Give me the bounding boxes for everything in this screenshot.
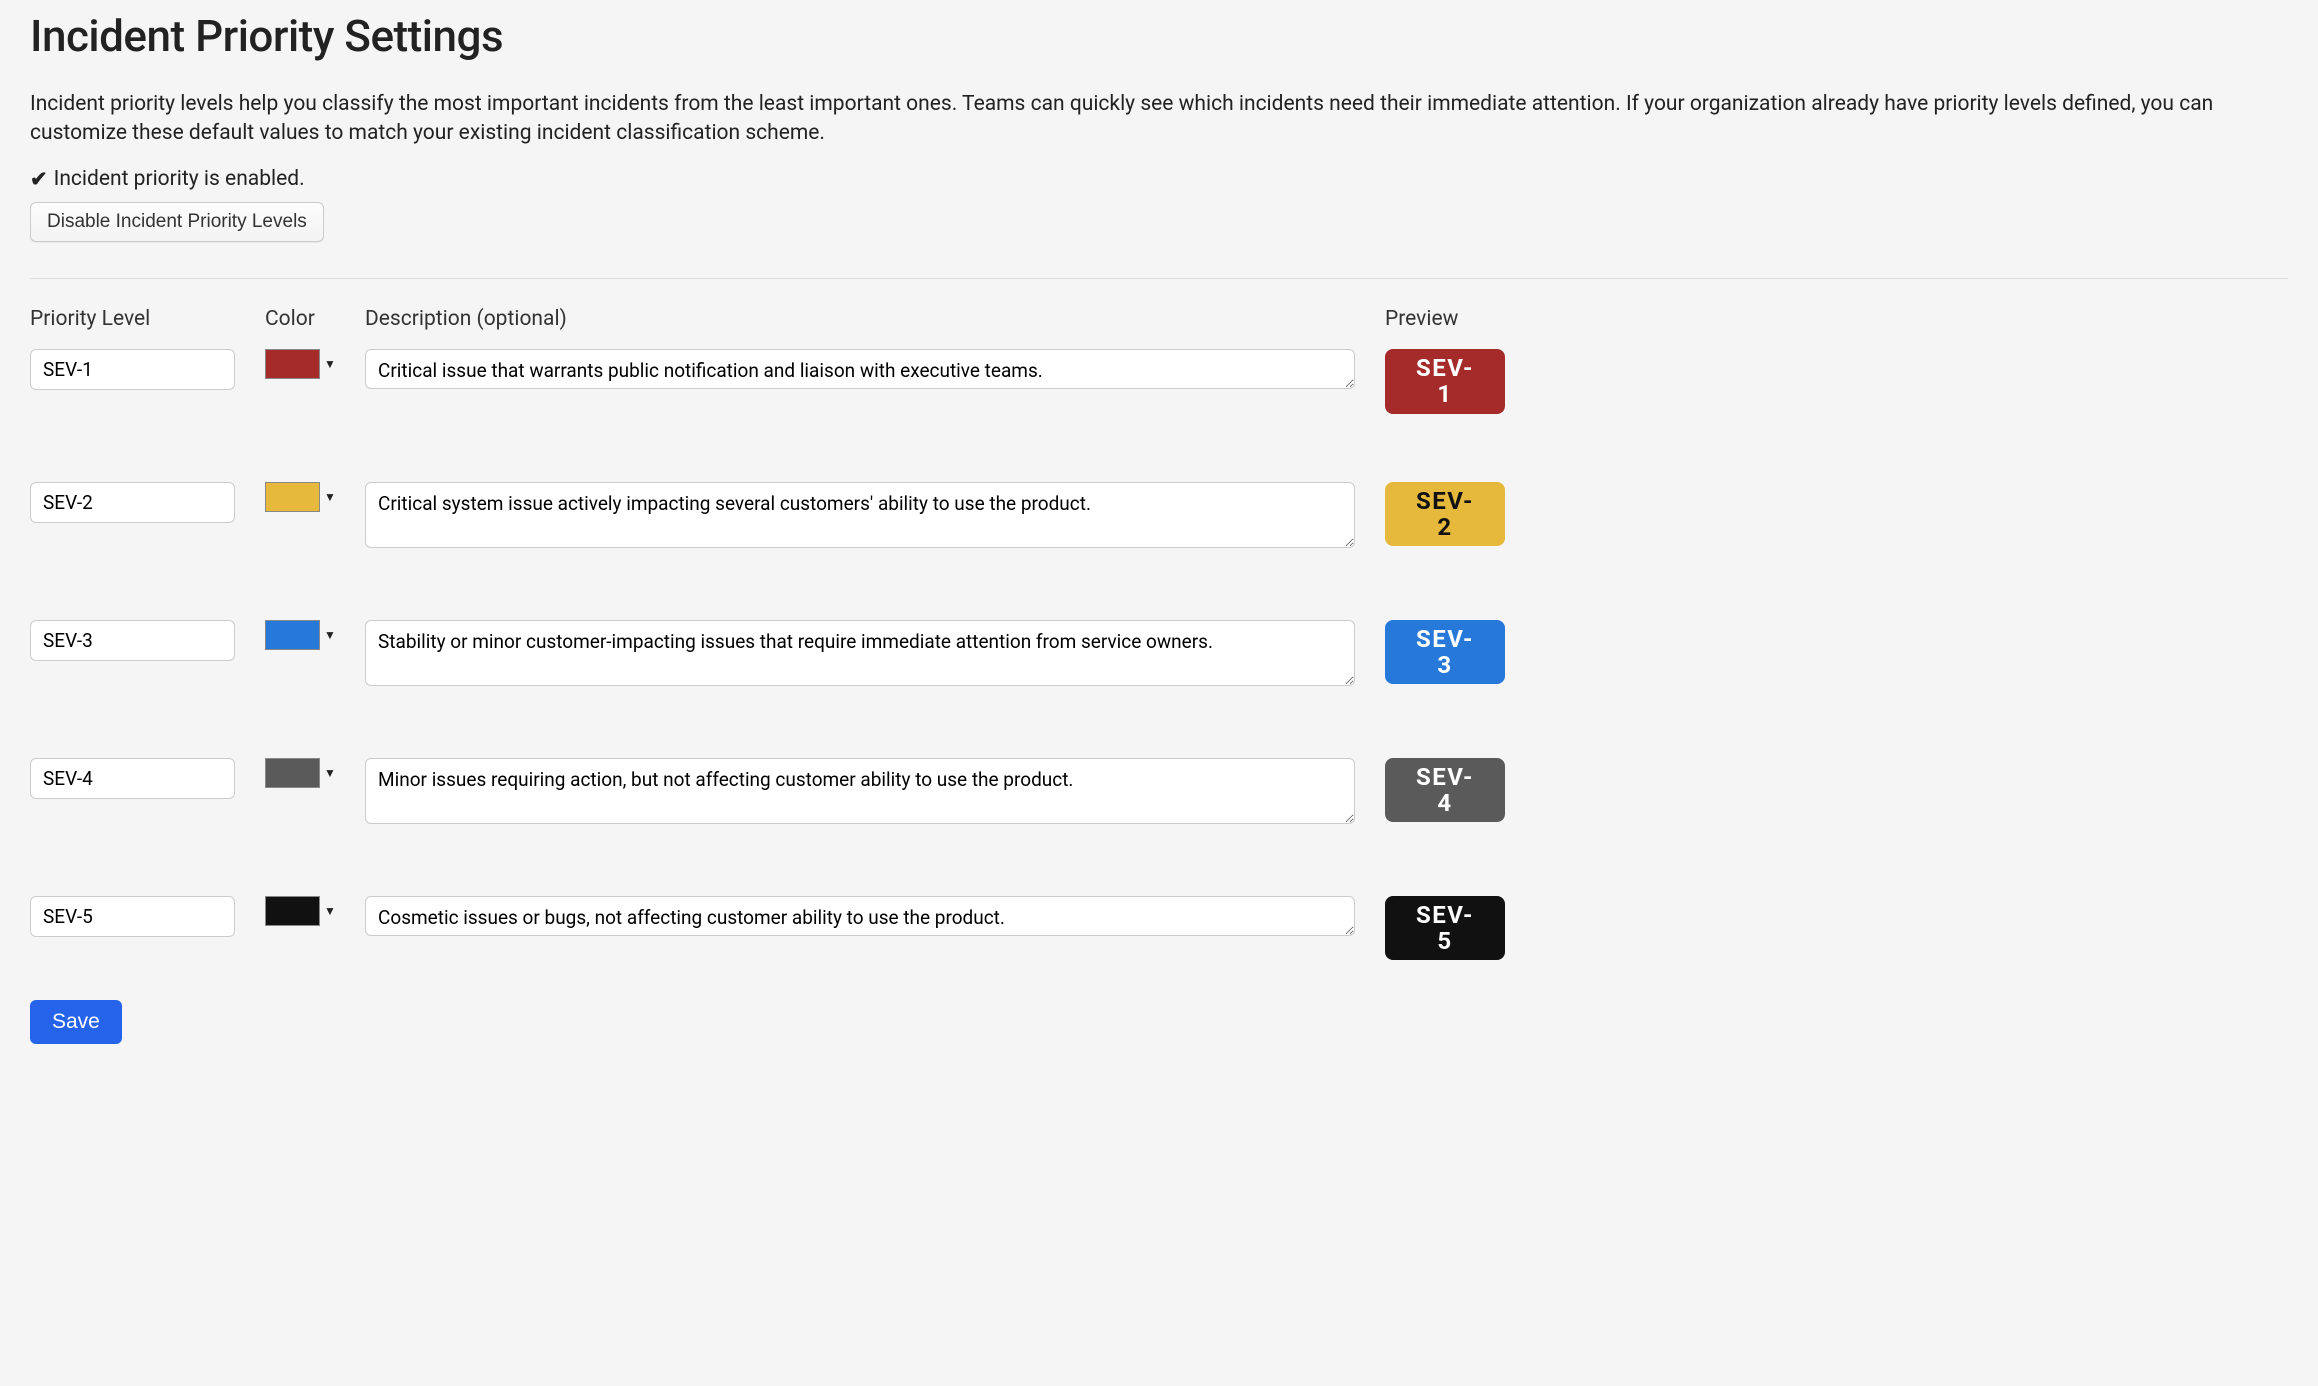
header-color: Color (265, 307, 365, 331)
priority-name-input[interactable] (30, 620, 235, 661)
priority-table: Priority Level Color Description (option… (30, 307, 2288, 961)
priority-description-textarea[interactable] (365, 896, 1355, 936)
status-line: ✔ Incident priority is enabled. (30, 167, 2288, 192)
priority-description-textarea[interactable] (365, 620, 1355, 686)
preview-badge: SEV-1 (1385, 349, 1505, 414)
priority-name-input[interactable] (30, 482, 235, 523)
header-priority-level: Priority Level (30, 307, 265, 331)
chevron-down-icon[interactable]: ▼ (324, 357, 336, 371)
table-row: ▼ SEV-1 (30, 349, 2288, 414)
priority-name-input[interactable] (30, 349, 235, 390)
table-row: ▼ SEV-4 (30, 758, 2288, 828)
chevron-down-icon[interactable]: ▼ (324, 490, 336, 504)
page-title: Incident Priority Settings (30, 10, 2288, 62)
preview-badge: SEV-2 (1385, 482, 1505, 547)
table-row: ▼ SEV-5 (30, 896, 2288, 961)
header-description: Description (optional) (365, 307, 1385, 331)
priority-description-textarea[interactable] (365, 482, 1355, 548)
priority-description-textarea[interactable] (365, 349, 1355, 389)
table-row: ▼ SEV-3 (30, 620, 2288, 690)
chevron-down-icon[interactable]: ▼ (324, 628, 336, 642)
save-button[interactable]: Save (30, 1000, 122, 1044)
color-swatch[interactable] (265, 896, 320, 926)
disable-priority-button[interactable]: Disable Incident Priority Levels (30, 202, 324, 242)
color-swatch[interactable] (265, 349, 320, 379)
preview-badge: SEV-4 (1385, 758, 1505, 823)
color-swatch[interactable] (265, 758, 320, 788)
header-preview: Preview (1385, 307, 1565, 331)
check-icon: ✔ (30, 167, 48, 192)
preview-badge: SEV-3 (1385, 620, 1505, 685)
table-header-row: Priority Level Color Description (option… (30, 307, 2288, 331)
chevron-down-icon[interactable]: ▼ (324, 904, 336, 918)
chevron-down-icon[interactable]: ▼ (324, 766, 336, 780)
priority-name-input[interactable] (30, 896, 235, 937)
preview-badge: SEV-5 (1385, 896, 1505, 961)
enabled-status-text: Incident priority is enabled. (54, 167, 305, 191)
table-row: ▼ SEV-2 (30, 482, 2288, 552)
divider (30, 278, 2288, 279)
page-intro: Incident priority levels help you classi… (30, 90, 2288, 149)
color-swatch[interactable] (265, 620, 320, 650)
priority-description-textarea[interactable] (365, 758, 1355, 824)
color-swatch[interactable] (265, 482, 320, 512)
priority-name-input[interactable] (30, 758, 235, 799)
